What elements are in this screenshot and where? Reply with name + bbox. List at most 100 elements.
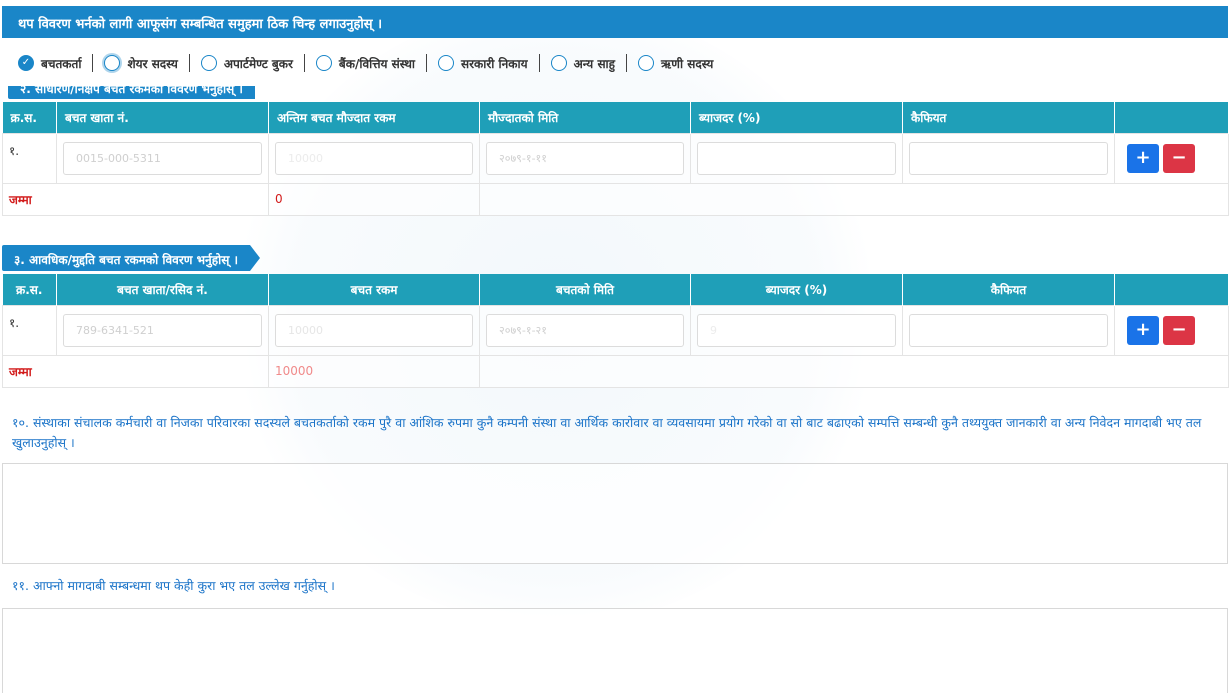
col-header: बचत रकम [268,274,480,305]
radio-label: अन्य साहु [573,56,616,71]
radio-bank-institution[interactable]: बैंक/वित्तिय संस्था [315,55,415,72]
col-header: बचत खाता/रसिद नं. [56,274,269,305]
separator [426,54,427,72]
col-header: अन्तिम बचत मौज्दात रकम [268,102,480,133]
table-header-row: क्र.स. बचत खाता/रसिद नं. बचत रकम बचतको म… [2,274,1229,305]
radio-shareholder[interactable]: शेयर सदस्य [104,55,178,72]
table-row: १. 0015-000-5311 10000 २०७९-१-११ + − [2,132,1229,184]
cell: जम्मा [2,182,269,216]
separator [188,54,190,72]
cell: २०७९-१-११ [479,132,691,184]
radio-label: अपार्टमेण्ट बुकर [223,56,293,71]
section2-title: २. साधारण/निक्षेप बचत रकमको विवरण भर्नुह… [8,82,255,99]
section3-title: ३. आवधिक/मुद्दति बचत रकमको विवरण भर्नुहो… [2,245,261,271]
cell: + − [1114,304,1229,356]
cell: जम्मा [2,354,269,388]
radio-label: सरकारी निकाय [461,56,528,71]
radio-icon[interactable] [200,55,217,71]
page-title-bar: थप विवरण भर्नको लागी आफूसंग सम्बन्धित सम… [2,6,1228,38]
separator [92,54,94,72]
interest-rate-input[interactable]: 9 [697,313,896,347]
cell: 9 [690,304,903,356]
radio-other-lender[interactable]: अन्य साहु [550,55,616,72]
radio-label: बचतकर्ता [41,56,82,71]
cell: 10000 [268,304,480,356]
radio-borrower-member[interactable]: ऋणी सदस्य [638,55,713,72]
col-header: ब्याजदर (%) [690,102,903,133]
col-header: बचतको मिति [479,274,691,305]
cell [690,132,903,184]
deposit-date-input[interactable]: २०७९-१-२१ [486,313,684,347]
col-header: बचत खाता नं. [56,102,269,133]
radio-government-body[interactable]: सरकारी निकाय [438,55,528,72]
remarks-input[interactable] [909,313,1108,347]
col-header: क्र.स. [2,102,57,133]
question-11-textarea[interactable] [2,608,1228,693]
total-label: जम्मा [9,192,32,207]
remove-row-button[interactable]: − [1163,143,1195,173]
radio-icon[interactable] [315,55,332,71]
remarks-input[interactable] [909,141,1108,175]
question-10-textarea[interactable] [2,463,1228,564]
row-actions: + − [1121,143,1222,173]
interest-rate-input[interactable] [697,141,896,175]
cell: 10000 [268,354,480,388]
category-radio-group: बचतकर्ता शेयर सदस्य अपार्टमेण्ट बुकर बैं… [18,50,713,76]
total-row: जम्मा 0 [2,182,1229,216]
account-receipt-input[interactable]: 789-6341-521 [63,313,262,347]
question-11: ११. आफ्नो मागदाबी सम्बन्धमा थप केही कुरा… [12,578,335,593]
total-value: 0 [275,191,283,206]
radio-icon[interactable] [550,55,567,71]
col-header: क्र.स. [2,274,57,305]
deposit-amount-input[interactable]: 10000 [275,313,473,347]
cell: 0 [268,182,480,216]
separator [626,54,628,72]
serial-number: १. [2,304,57,356]
col-header: मौज्दातको मिति [479,102,691,133]
section2-title-text: २. साधारण/निक्षेप बचत रकमको विवरण भर्नुह… [20,82,243,96]
cell: 10000 [268,132,480,184]
col-header-blank [1114,274,1229,305]
add-row-button[interactable]: + [1127,315,1159,345]
page-title: थप विवरण भर्नको लागी आफूसंग सम्बन्धित सम… [18,17,383,32]
radio-label: ऋणी सदस्य [661,56,714,71]
total-row: जम्मा 10000 [2,354,1229,388]
serial-number: १. [2,132,57,184]
separator [538,54,540,72]
savings-balance-table: क्र.स. बचत खाता नं. अन्तिम बचत मौज्दात र… [2,102,1229,216]
cell [479,354,1229,388]
col-header: ब्याजदर (%) [690,274,903,305]
balance-amount-input[interactable]: 10000 [275,141,473,175]
cell: २०७९-१-२१ [479,304,691,356]
col-header-blank [1114,102,1229,133]
question-10: १०. संस्थाका संचालक कर्मचारी वा निजका पर… [12,415,1202,450]
total-value: 10000 [275,363,314,378]
radio-checked-icon[interactable] [18,55,34,71]
add-row-button[interactable]: + [1127,143,1159,173]
cell [479,182,1229,216]
cell: 0015-000-5311 [56,132,269,184]
radio-label: शेयर सदस्य [127,56,178,71]
balance-date-input[interactable]: २०७९-१-११ [486,141,684,175]
cell: 789-6341-521 [56,304,269,356]
fixed-deposit-table: क्र.स. बचत खाता/रसिद नं. बचत रकम बचतको म… [2,274,1229,388]
cell [902,304,1115,356]
cell: + − [1114,132,1229,184]
table-header-row: क्र.स. बचत खाता नं. अन्तिम बचत मौज्दात र… [2,102,1229,133]
col-header: कैफियत [902,274,1115,305]
radio-saver[interactable]: बचतकर्ता [18,55,81,72]
radio-icon[interactable] [638,55,655,71]
cell [902,132,1115,184]
radio-apartment-booker[interactable]: अपार्टमेण्ट बुकर [200,55,293,72]
col-header: कैफियत [902,102,1115,133]
remove-row-button[interactable]: − [1163,315,1195,345]
section3-title-text: ३. आवधिक/मुद्दति बचत रकमको विवरण भर्नुहो… [14,253,239,267]
radio-icon[interactable] [104,55,121,71]
radio-label: बैंक/वित्तिय संस्था [338,56,415,71]
table-row: १. 789-6341-521 10000 २०७९-१-२१ 9 + − [2,304,1229,356]
account-number-input[interactable]: 0015-000-5311 [63,141,262,175]
radio-icon[interactable] [438,55,454,71]
total-label: जम्मा [9,364,32,379]
separator [303,54,305,72]
row-actions: + − [1121,315,1222,345]
